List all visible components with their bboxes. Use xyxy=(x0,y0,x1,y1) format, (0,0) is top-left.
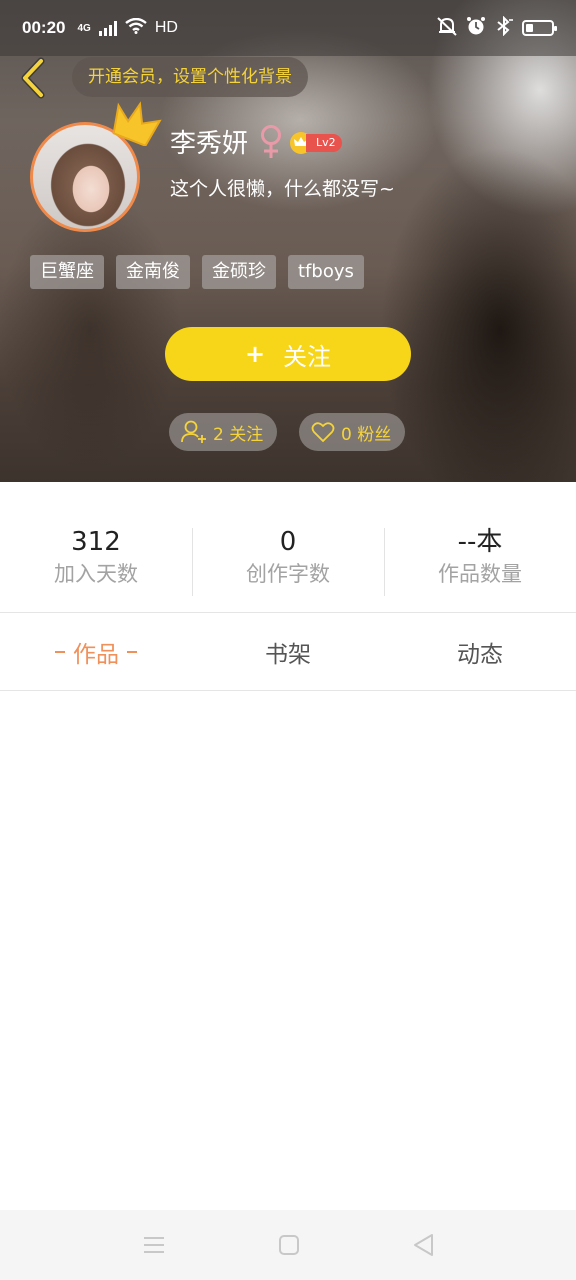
follow-label: 关注 xyxy=(283,342,332,371)
bluetooth-icon xyxy=(494,15,514,41)
crown-icon xyxy=(112,101,162,146)
fans-count-button[interactable]: 0 粉丝 xyxy=(299,413,406,451)
system-nav-bar xyxy=(0,1210,576,1280)
mute-icon xyxy=(436,16,458,41)
tab-indicator-right xyxy=(127,650,137,653)
status-time: 00:20 xyxy=(22,18,66,37)
tab-content-area xyxy=(0,692,576,1210)
home-icon[interactable] xyxy=(278,1234,300,1256)
stat-word-count: 0 创作字数 xyxy=(192,482,384,612)
stats-bar: 312 加入天数 0 创作字数 --本 作品数量 xyxy=(0,482,576,613)
profile-tabs: 作品 书架 动态 xyxy=(0,613,576,691)
status-bar: 00:20 4G HD xyxy=(0,0,576,56)
profile-header: 00:20 4G HD 开通会员，设置个性化背景 李秀妍 Lv2 这个人很懒，什… xyxy=(0,0,576,482)
menu-icon[interactable] xyxy=(142,1234,166,1256)
hd-label: HD xyxy=(154,19,178,36)
chevron-left-icon xyxy=(21,57,45,99)
stat-value: --本 xyxy=(457,527,503,557)
heart-icon xyxy=(311,422,335,443)
tab-indicator-left xyxy=(55,650,65,653)
username: 李秀妍 xyxy=(170,129,249,159)
back-triangle-icon[interactable] xyxy=(412,1233,434,1257)
plus-icon: + xyxy=(244,340,266,368)
network-label: 4G xyxy=(77,22,91,34)
battery-icon xyxy=(522,20,557,36)
tab-label: 作品 xyxy=(73,641,119,668)
tab-activity[interactable]: 动态 xyxy=(384,613,576,690)
stat-works-count: --本 作品数量 xyxy=(384,482,576,612)
tab-label: 动态 xyxy=(457,641,503,668)
fans-label: 0 粉丝 xyxy=(341,424,392,445)
tab-bookshelf[interactable]: 书架 xyxy=(192,613,384,690)
stat-label: 创作字数 xyxy=(246,562,330,586)
vip-background-banner[interactable]: 开通会员，设置个性化背景 xyxy=(72,57,308,97)
back-button[interactable] xyxy=(14,56,50,100)
tag-item[interactable]: 金硕珍 xyxy=(202,255,276,289)
tag-item[interactable]: 巨蟹座 xyxy=(30,255,104,289)
follow-button[interactable]: + 关注 xyxy=(165,327,411,381)
stat-join-days: 312 加入天数 xyxy=(0,482,192,612)
stat-label: 作品数量 xyxy=(438,562,522,586)
tab-label: 书架 xyxy=(265,641,311,668)
following-count-button[interactable]: 2 关注 xyxy=(169,413,278,451)
tag-item[interactable]: 金南俊 xyxy=(116,255,190,289)
alarm-icon xyxy=(466,16,486,41)
user-add-icon xyxy=(181,420,206,443)
stat-value: 0 xyxy=(279,527,297,557)
tab-works[interactable]: 作品 xyxy=(0,613,192,690)
stat-label: 加入天数 xyxy=(54,562,138,586)
female-gender-icon xyxy=(261,125,281,158)
level-badge: Lv2 xyxy=(306,134,342,152)
stat-value: 312 xyxy=(71,527,121,557)
signal-icon xyxy=(98,20,117,36)
following-label: 2 关注 xyxy=(213,424,264,445)
tag-item[interactable]: tfboys xyxy=(288,255,364,289)
tag-list: 巨蟹座 金南俊 金硕珍 tfboys xyxy=(30,255,364,289)
bio-text: 这个人很懒，什么都没写~ xyxy=(170,178,395,200)
wifi-icon xyxy=(125,17,147,39)
